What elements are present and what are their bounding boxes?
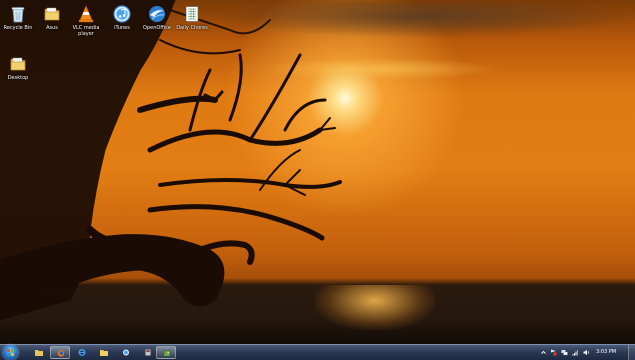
desktop-icon-label: OpenOffice xyxy=(143,25,171,31)
folder-icon xyxy=(100,350,108,356)
vlc-cone-icon xyxy=(77,5,95,23)
desktop-icon-label: Asus xyxy=(46,25,58,31)
taskbar-button-folder[interactable] xyxy=(94,346,114,359)
desktop-icon-asus[interactable]: Asus xyxy=(34,5,70,31)
taskbar: 3:03 PM xyxy=(0,344,635,360)
taskbar-button-firefox[interactable] xyxy=(50,346,70,359)
folder-icon xyxy=(43,5,61,23)
app-icon xyxy=(145,349,151,356)
desktop-icon-label: Desktop xyxy=(7,75,29,81)
taskbar-button-photo-viewer[interactable] xyxy=(156,346,176,359)
folder-icon xyxy=(9,55,27,73)
desktop-icon-label: iTunes xyxy=(114,25,130,31)
ie-icon xyxy=(78,349,86,356)
itunes-icon xyxy=(122,349,130,356)
desktop-icon-label: Recycle Bin xyxy=(3,25,33,31)
taskbar-button-app[interactable] xyxy=(138,346,158,359)
show-hidden-icon[interactable] xyxy=(540,349,547,356)
signal-icon[interactable] xyxy=(572,349,579,356)
desktop-icon-daily-chores[interactable]: Daily Chores xyxy=(174,5,210,31)
desktop-icon-itunes[interactable]: iTunes xyxy=(104,5,140,31)
volume-icon[interactable] xyxy=(583,349,590,356)
openoffice-icon xyxy=(148,5,166,23)
taskbar-button-itunes[interactable] xyxy=(116,346,136,359)
firefox-icon xyxy=(57,350,65,357)
taskbar-button-internet-explorer[interactable] xyxy=(72,346,92,359)
desktop-icon-recycle-bin[interactable]: Recycle Bin xyxy=(0,5,36,31)
show-desktop-button[interactable] xyxy=(628,345,635,360)
desktop-icon-openoffice[interactable]: OpenOffice xyxy=(139,5,175,31)
taskbar-clock[interactable]: 3:03 PM xyxy=(596,349,616,356)
taskbar-button-explorer[interactable] xyxy=(29,346,49,359)
recycle-bin-icon xyxy=(9,5,27,23)
folder-icon xyxy=(35,350,43,356)
desktop-icon-label: VLC media player xyxy=(72,25,100,37)
photo-icon xyxy=(163,350,171,357)
action-center-icon[interactable] xyxy=(550,349,557,356)
windows-start-button[interactable] xyxy=(3,345,18,360)
spreadsheet-icon xyxy=(183,5,201,23)
itunes-icon xyxy=(113,5,131,23)
tree-silhouette xyxy=(0,0,342,321)
desktop-icon-vlc[interactable]: VLC media player xyxy=(68,5,104,37)
desktop-icon-label: Daily Chores xyxy=(176,25,208,31)
network-icon[interactable] xyxy=(561,349,568,356)
desktop-icon-desktop-folder[interactable]: Desktop xyxy=(0,55,36,81)
